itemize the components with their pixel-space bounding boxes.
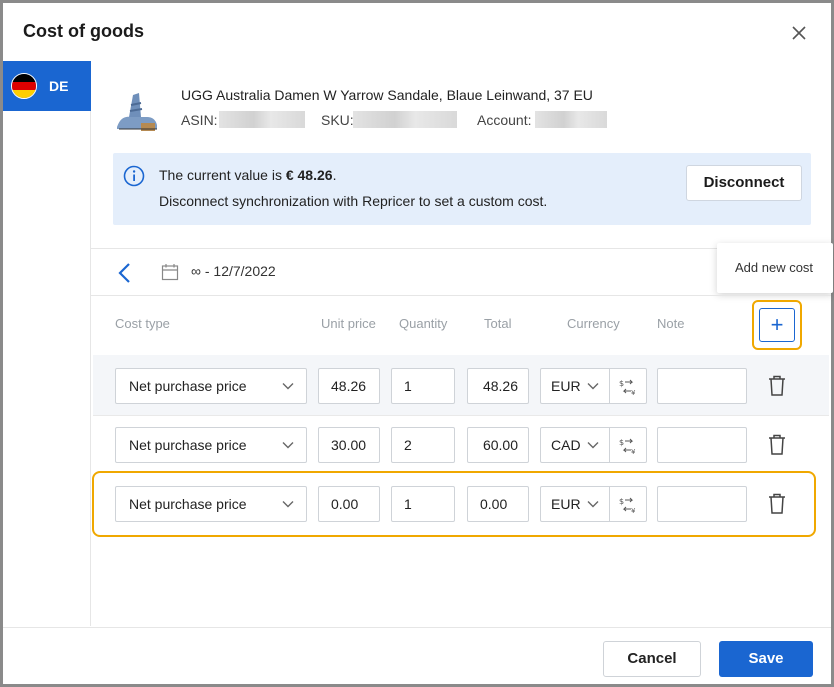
chevron-down-icon — [282, 442, 294, 449]
note-input[interactable] — [657, 427, 747, 463]
account-value-redacted — [535, 111, 607, 128]
header-unit-price: Unit price — [321, 316, 376, 331]
svg-text:¥: ¥ — [631, 448, 636, 455]
chevron-down-icon — [282, 383, 294, 390]
header-quantity: Quantity — [399, 316, 448, 331]
sku-value-redacted — [353, 111, 457, 128]
currency-convert-icon: $ ¥ — [619, 379, 636, 396]
chevron-down-icon — [587, 442, 599, 449]
disconnect-button[interactable]: Disconnect — [686, 165, 802, 201]
asin-label: ASIN: — [181, 112, 218, 128]
disconnect-hint: Disconnect synchronization with Repricer… — [159, 193, 548, 209]
asin-value-redacted — [219, 111, 305, 128]
unit-price-input[interactable]: 30.00 — [318, 427, 380, 463]
cost-type-select[interactable]: Net purchase price — [115, 368, 307, 404]
row-divider — [93, 415, 829, 416]
quantity-input[interactable]: 1 — [391, 368, 455, 404]
account-label: Account: — [477, 112, 532, 128]
total-input[interactable]: 48.26 — [467, 368, 529, 404]
dialog-header: Cost of goods — [3, 3, 831, 63]
marketplace-tab-label: DE — [49, 78, 69, 94]
sku-label: SKU: — [321, 112, 354, 128]
marketplace-sidebar: DE — [3, 61, 91, 626]
chevron-down-icon — [282, 501, 294, 508]
svg-text:$: $ — [619, 438, 624, 447]
marketplace-tab-de[interactable]: DE — [3, 61, 91, 111]
product-name: UGG Australia Damen W Yarrow Sandale, Bl… — [181, 87, 593, 103]
cost-type-select[interactable]: Net purchase price — [115, 427, 307, 463]
svg-text:¥: ¥ — [631, 507, 636, 514]
quantity-input[interactable]: 1 — [391, 486, 455, 522]
add-new-cost-tooltip: Add new cost — [717, 243, 833, 293]
currency-select[interactable]: EUR — [540, 486, 610, 522]
dialog-title: Cost of goods — [23, 21, 144, 41]
currency-convert-icon: $ ¥ — [619, 438, 636, 455]
svg-text:$: $ — [619, 379, 624, 388]
header-total: Total — [484, 316, 512, 331]
footer-divider — [3, 627, 831, 628]
save-button[interactable]: Save — [719, 641, 813, 677]
currency-select[interactable]: EUR — [540, 368, 610, 404]
current-value-text: The current value is € 48.26. — [159, 167, 337, 183]
date-range[interactable]: ∞ - 12/7/2022 — [191, 263, 276, 279]
trash-icon[interactable] — [768, 375, 786, 397]
chevron-down-icon — [587, 383, 599, 390]
germany-flag-icon — [11, 73, 37, 99]
total-input[interactable]: 0.00 — [467, 486, 529, 522]
product-image — [117, 93, 157, 131]
cost-of-goods-dialog: Cost of goods DE UGG Australia Damen W Y… — [0, 0, 834, 687]
chevron-left-icon[interactable] — [115, 261, 135, 285]
svg-text:$: $ — [619, 497, 624, 506]
total-input[interactable]: 60.00 — [467, 427, 529, 463]
note-input[interactable] — [657, 486, 747, 522]
currency-convert-button[interactable]: $ ¥ — [610, 427, 647, 463]
currency-convert-button[interactable]: $ ¥ — [610, 368, 647, 404]
currency-select[interactable]: CAD — [540, 427, 610, 463]
trash-icon[interactable] — [768, 493, 786, 515]
note-input[interactable] — [657, 368, 747, 404]
info-banner: The current value is € 48.26. Disconnect… — [113, 153, 811, 225]
currency-convert-icon: $ ¥ — [619, 497, 636, 514]
trash-icon[interactable] — [768, 434, 786, 456]
add-cost-button[interactable]: + — [759, 308, 795, 342]
cancel-button[interactable]: Cancel — [603, 641, 701, 677]
header-note: Note — [657, 316, 685, 331]
cost-type-select[interactable]: Net purchase price — [115, 486, 307, 522]
header-currency: Currency — [567, 316, 620, 331]
divider — [91, 295, 831, 296]
currency-convert-button[interactable]: $ ¥ — [610, 486, 647, 522]
chevron-down-icon — [587, 501, 599, 508]
close-icon[interactable] — [789, 23, 809, 43]
header-cost-type: Cost type — [115, 316, 170, 331]
current-value: € 48.26 — [285, 167, 333, 183]
svg-text:¥: ¥ — [631, 389, 636, 396]
calendar-icon[interactable] — [161, 263, 179, 281]
unit-price-input[interactable]: 48.26 — [318, 368, 380, 404]
info-icon — [123, 165, 145, 187]
unit-price-input[interactable]: 0.00 — [318, 486, 380, 522]
quantity-input[interactable]: 2 — [391, 427, 455, 463]
